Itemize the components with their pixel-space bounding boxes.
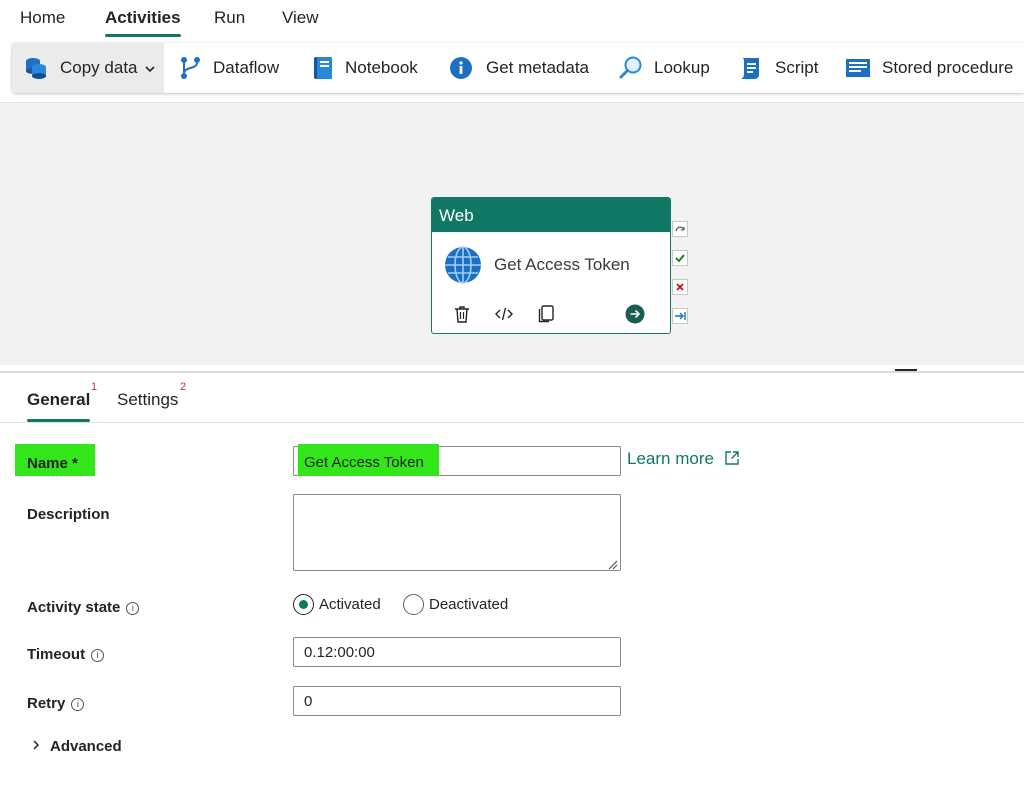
retry-label-text: Retry xyxy=(27,695,66,712)
dataflow-button[interactable]: Dataflow xyxy=(178,43,279,93)
tab-activities[interactable]: Activities xyxy=(105,8,181,37)
deactivated-label: Deactivated xyxy=(429,596,509,613)
copy-data-label: Copy data xyxy=(60,58,138,77)
activated-radio-circle[interactable] xyxy=(293,594,314,615)
tab-view[interactable]: View xyxy=(282,8,319,28)
lookup-label: Lookup xyxy=(654,58,710,77)
name-label: Name * xyxy=(27,455,78,472)
stored-procedure-button[interactable]: Stored procedure xyxy=(845,43,1013,93)
top-tab-bar: Home Activities Run View xyxy=(0,0,1024,40)
deactivated-radio[interactable]: Deactivated xyxy=(403,594,508,615)
canvas-panel-divider xyxy=(0,371,1024,373)
tab-activities-label: Activities xyxy=(105,8,181,27)
activity-name: Get Access Token xyxy=(494,255,630,274)
activity-state-label-text: Activity state xyxy=(27,599,121,616)
advanced-label: Advanced xyxy=(50,738,122,755)
success-connector-icon[interactable] xyxy=(672,250,688,266)
general-error-badge: 1 xyxy=(91,381,98,393)
info-icon xyxy=(448,55,474,81)
name-input-text: Get Access Token xyxy=(304,454,424,471)
notebook-button[interactable]: Notebook xyxy=(310,43,418,93)
completion-connector-icon[interactable] xyxy=(672,308,688,324)
notebook-label: Notebook xyxy=(345,58,418,77)
notebook-icon xyxy=(310,55,336,81)
description-label: Description xyxy=(27,506,110,523)
dataflow-label: Dataflow xyxy=(213,58,280,77)
activated-radio[interactable]: Activated xyxy=(293,594,381,615)
timeout-label-text: Timeout xyxy=(27,646,86,663)
skip-connector-icon[interactable] xyxy=(672,221,688,237)
timeout-label: Timeout i xyxy=(27,646,105,663)
copy-icon[interactable] xyxy=(534,302,558,326)
arrow-right-circle-icon[interactable] xyxy=(623,302,647,326)
tab-run[interactable]: Run xyxy=(214,8,245,28)
code-icon[interactable] xyxy=(492,302,516,326)
lookup-button[interactable]: Lookup xyxy=(618,43,710,93)
globe-icon xyxy=(444,246,482,284)
tab-general-label: General xyxy=(27,390,91,409)
textarea-resize-grip[interactable] xyxy=(606,557,618,570)
script-label: Script xyxy=(775,58,819,77)
activities-toolbar: Copy data Dataflow Notebook Get metadata… xyxy=(12,43,1024,93)
pipeline-canvas[interactable]: Web Get Access Token xyxy=(0,102,1024,365)
timeout-info-icon[interactable]: i xyxy=(91,649,105,662)
active-tab-indicator xyxy=(105,34,181,37)
copy-data-icon xyxy=(24,55,50,81)
external-link-icon xyxy=(724,450,740,466)
learn-more-label: Learn more xyxy=(627,449,714,468)
stored-procedure-icon xyxy=(845,55,871,81)
activity-state-label: Activity state i xyxy=(27,599,140,616)
web-activity-card[interactable]: Web Get Access Token xyxy=(431,197,671,334)
tab-settings[interactable]: Settings 2 xyxy=(117,381,186,410)
get-metadata-label: Get metadata xyxy=(486,58,590,77)
stored-procedure-label: Stored procedure xyxy=(882,58,1014,77)
tab-home[interactable]: Home xyxy=(20,8,65,28)
activity-state-info-icon[interactable]: i xyxy=(126,602,140,615)
get-metadata-button[interactable]: Get metadata xyxy=(448,43,589,93)
script-icon xyxy=(737,55,763,81)
copy-data-button[interactable]: Copy data xyxy=(12,43,164,93)
tab-settings-label: Settings xyxy=(117,390,179,409)
activity-type-header: Web xyxy=(432,198,670,232)
activated-label: Activated xyxy=(319,596,381,613)
chevron-right-icon xyxy=(30,738,42,750)
tab-general[interactable]: General 1 xyxy=(27,381,97,422)
lookup-icon xyxy=(618,55,644,81)
learn-more-link[interactable]: Learn more xyxy=(627,449,740,469)
delete-icon[interactable] xyxy=(450,302,474,326)
chevron-down-icon[interactable] xyxy=(144,62,156,74)
dataflow-icon xyxy=(178,55,204,81)
deactivated-radio-circle[interactable] xyxy=(403,594,424,615)
output-connectors xyxy=(672,221,688,337)
settings-error-badge: 2 xyxy=(180,381,187,393)
panel-resize-handle[interactable] xyxy=(895,369,917,371)
failure-connector-icon[interactable] xyxy=(672,279,688,295)
retry-label: Retry i xyxy=(27,695,85,712)
script-button[interactable]: Script xyxy=(737,43,818,93)
retry-input[interactable] xyxy=(293,686,621,716)
panel-tab-divider xyxy=(0,422,1024,423)
advanced-expander[interactable]: Advanced xyxy=(30,738,122,755)
timeout-input[interactable] xyxy=(293,637,621,667)
description-input[interactable] xyxy=(293,494,621,571)
retry-info-icon[interactable]: i xyxy=(71,698,85,711)
card-action-bar xyxy=(432,302,670,328)
